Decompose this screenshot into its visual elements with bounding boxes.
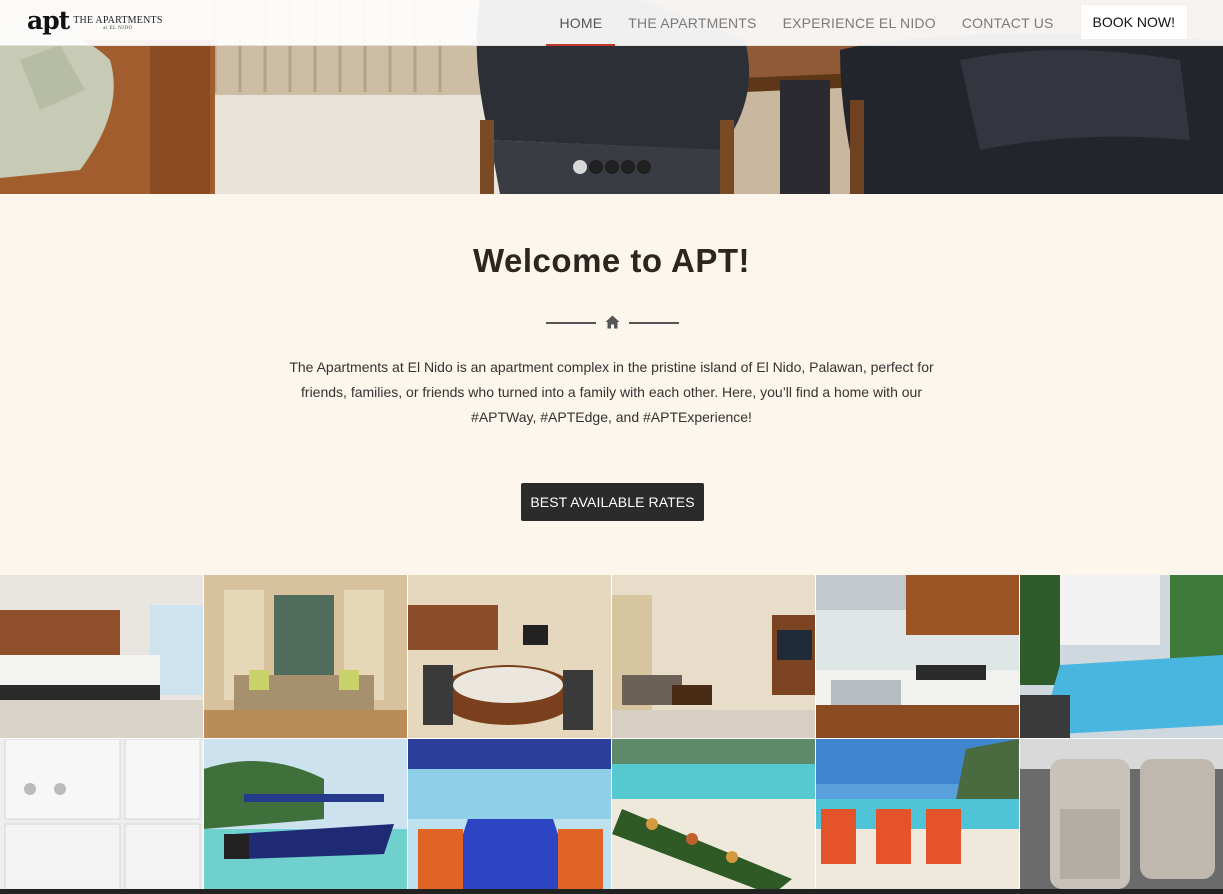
beach-feast-photo[interactable] [612, 739, 815, 894]
boat-photo[interactable] [204, 739, 407, 894]
nav-experience-el-nido[interactable]: EXPERIENCE EL NIDO [770, 0, 949, 46]
carousel-dot-5[interactable] [637, 160, 651, 174]
nav-contact-us[interactable]: CONTACT US [949, 0, 1067, 46]
van-interior-photo[interactable] [1020, 739, 1223, 894]
boat-deck-photo[interactable] [408, 739, 611, 894]
divider-line-left [546, 322, 596, 324]
page: apt THE APARTMENTS at EL NIDO HOME THE A… [0, 0, 1223, 894]
logo-mark: apt [27, 6, 70, 35]
nav-the-apartments[interactable]: THE APARTMENTS [615, 0, 769, 46]
logo-name: THE APARTMENTS [73, 15, 163, 26]
kitchen-photo[interactable] [816, 575, 1019, 738]
logo-wordmark: THE APARTMENTS at EL NIDO [73, 15, 162, 31]
divider-line-right [629, 322, 679, 324]
nav-home[interactable]: HOME [546, 0, 616, 46]
site-logo[interactable]: apt THE APARTMENTS at EL NIDO [27, 8, 163, 34]
section-divider [546, 315, 679, 329]
welcome-description: The Apartments at El Nido is an apartmen… [289, 359, 934, 425]
living-room-photo[interactable] [204, 575, 407, 738]
main-nav: HOME THE APARTMENTS EXPERIENCE EL NIDO C… [546, 0, 1223, 46]
welcome-section: Welcome to APT! The Apartments at El Nid… [0, 194, 1223, 575]
pool-photo[interactable] [1020, 575, 1223, 738]
home-icon [605, 315, 620, 329]
book-now-button[interactable]: BOOK NOW! [1079, 4, 1188, 40]
carousel-dots [573, 160, 651, 174]
footer-bar [0, 889, 1223, 894]
apartment-interior-photo[interactable] [612, 575, 815, 738]
dining-area-photo[interactable] [408, 575, 611, 738]
carousel-dot-1[interactable] [573, 160, 587, 174]
site-header: apt THE APARTMENTS at EL NIDO HOME THE A… [0, 0, 1223, 46]
life-vests-photo[interactable] [816, 739, 1019, 894]
logo-tagline: at EL NIDO [103, 26, 133, 31]
bedroom-photo[interactable] [0, 575, 203, 738]
carousel-dot-4[interactable] [621, 160, 635, 174]
laundry-photo[interactable] [0, 739, 203, 894]
photo-gallery [0, 575, 1223, 894]
best-available-rates-button[interactable]: BEST AVAILABLE RATES [521, 483, 704, 521]
carousel-dot-3[interactable] [605, 160, 619, 174]
carousel-dot-2[interactable] [589, 160, 603, 174]
welcome-title: Welcome to APT! [472, 242, 751, 279]
